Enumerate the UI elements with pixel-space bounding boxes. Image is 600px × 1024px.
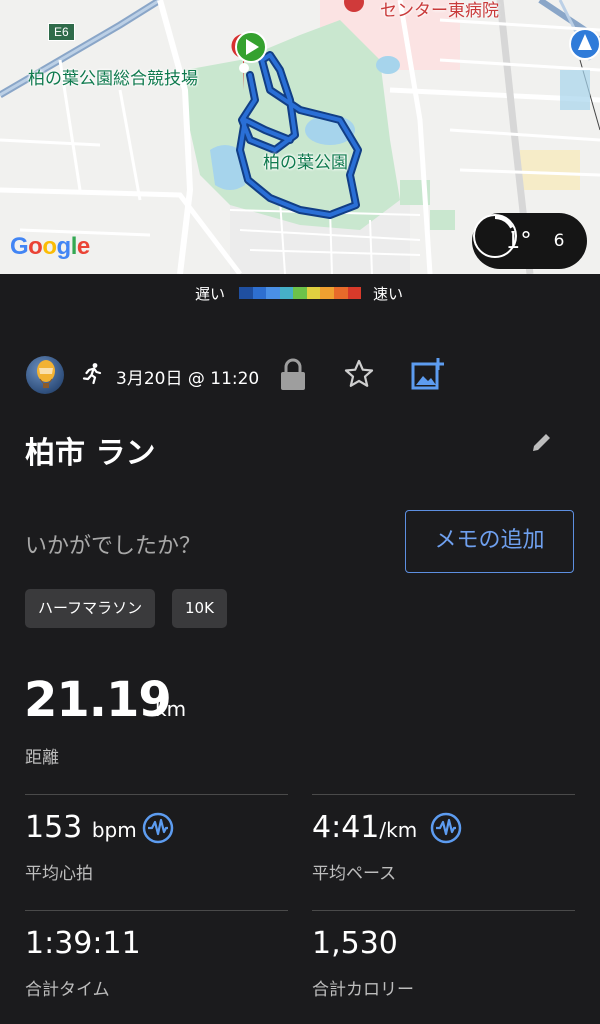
avg-heart-rate-unit: bpm bbox=[91, 818, 137, 842]
tag-10k[interactable]: 10K bbox=[172, 589, 227, 628]
avg-heart-rate-label: 平均心拍 bbox=[25, 864, 93, 884]
speed-gradient-segment bbox=[239, 287, 253, 299]
speed-gradient-segment bbox=[306, 287, 321, 299]
total-time-label: 合計タイム bbox=[25, 980, 110, 1000]
google-logo: Google bbox=[10, 233, 90, 260]
activity-title: 柏市 ラン bbox=[25, 436, 156, 471]
hospital-label: センター東病院 bbox=[380, 1, 499, 21]
weather-badge[interactable]: 11° 6 bbox=[472, 213, 587, 269]
distance-unit: km bbox=[155, 697, 187, 721]
avg-pace-unit: /km bbox=[379, 818, 418, 842]
fast-label: 速い bbox=[373, 285, 404, 303]
avg-pace-label: 平均ペース bbox=[312, 864, 397, 884]
divider bbox=[312, 794, 575, 795]
speed-gradient-segment bbox=[333, 287, 348, 299]
divider bbox=[25, 794, 288, 795]
speed-gradient-segment bbox=[252, 287, 267, 299]
activity-meta-row: 3月20日 @ 11:20 bbox=[0, 354, 600, 398]
speed-gradient-segment bbox=[279, 287, 294, 299]
feedback-prompt: いかがでしたか？ bbox=[25, 534, 202, 559]
uv-index-icon bbox=[473, 214, 517, 258]
add-note-button[interactable]: メモの追加 bbox=[405, 510, 574, 573]
highway-shield: E6 bbox=[48, 23, 75, 41]
route-map[interactable]: E6 センター東病院 柏の葉公園総合競技場 柏の葉公園 Google 11° 6 bbox=[0, 0, 600, 274]
edit-pencil-icon[interactable] bbox=[530, 430, 554, 454]
add-photo-icon[interactable] bbox=[410, 356, 446, 392]
total-time-value: 1:39:11 bbox=[25, 926, 141, 961]
activity-date: 3月20日 @ 11:20 bbox=[116, 369, 260, 389]
insight-chart-icon[interactable] bbox=[142, 812, 174, 844]
stadium-label: 柏の葉公園総合競技場 bbox=[28, 69, 198, 89]
lock-icon[interactable] bbox=[279, 358, 307, 392]
speed-legend: 遅い 速い bbox=[0, 283, 600, 303]
uv-index-value: 6 bbox=[553, 231, 565, 251]
avg-heart-rate-value: 153 bpm bbox=[25, 810, 137, 845]
star-icon[interactable] bbox=[343, 358, 375, 390]
speed-gradient-segment bbox=[266, 287, 280, 299]
balloon-avatar-icon bbox=[37, 360, 55, 388]
running-icon bbox=[82, 363, 102, 385]
park-label: 柏の葉公園 bbox=[263, 153, 348, 173]
total-calories-value: 1,530 bbox=[312, 926, 398, 961]
speed-gradient-segment bbox=[347, 287, 362, 299]
tag-half-marathon[interactable]: ハーフマラソン bbox=[25, 589, 156, 628]
divider bbox=[312, 910, 575, 911]
speed-gradient-segment bbox=[293, 287, 307, 299]
avg-pace-value: 4:41/km bbox=[312, 810, 417, 845]
avg-pace-number: 4:41 bbox=[312, 810, 380, 845]
distance-label: 距離 bbox=[25, 748, 59, 768]
speed-gradient-bar bbox=[239, 287, 362, 299]
speed-gradient-segment bbox=[320, 287, 334, 299]
slow-label: 遅い bbox=[195, 285, 226, 303]
avg-heart-rate-number: 153 bbox=[25, 810, 83, 845]
divider bbox=[25, 910, 288, 911]
total-calories-label: 合計カロリー bbox=[312, 980, 414, 1000]
distance-value: 21.19 bbox=[24, 672, 172, 728]
avatar[interactable] bbox=[26, 356, 64, 394]
insight-chart-icon[interactable] bbox=[430, 812, 462, 844]
